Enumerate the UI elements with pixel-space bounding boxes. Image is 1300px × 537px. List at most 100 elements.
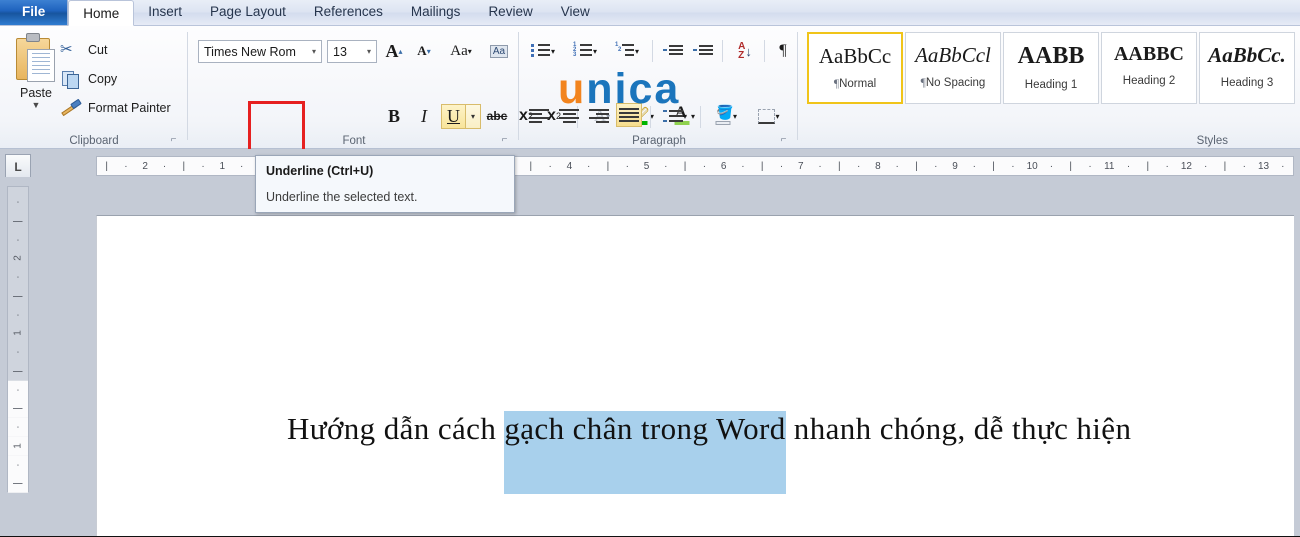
style-heading-1[interactable]: AABB Heading 1 [1003, 32, 1099, 104]
tab-file[interactable]: File [0, 0, 69, 25]
ruler-tick: | [992, 160, 995, 172]
format-painter-button[interactable]: Format Painter [60, 96, 171, 120]
vruler-tick: · [8, 455, 28, 475]
clear-formatting-label: Aa [489, 44, 509, 58]
watermark-part-2: nica [586, 65, 681, 113]
bullets-button[interactable]: ▾ [526, 39, 560, 63]
tab-references[interactable]: References [300, 0, 397, 25]
ruler-tick: · [1126, 160, 1131, 172]
align-left-icon [529, 109, 549, 123]
style-name: Heading 3 [1220, 77, 1274, 89]
ruler-tick: | [1069, 160, 1072, 172]
decrease-indent-icon [663, 44, 683, 58]
ruler-area: L |·2·|·1·|·|·1·|·2·|·3·|·4·|·5·|·6·|·7·… [0, 149, 1300, 186]
clipboard-dialog-launcher[interactable]: ⌐ [167, 133, 180, 146]
font-size-input[interactable]: 13 ▾ [327, 40, 377, 63]
tab-insert[interactable]: Insert [134, 0, 196, 25]
underline-button[interactable]: U [441, 104, 466, 129]
vruler-tick: | [12, 369, 24, 373]
underline-dropdown-button[interactable]: ▾ [466, 104, 481, 129]
chevron-down-icon[interactable]: ▼ [8, 100, 64, 110]
borders-button[interactable]: ▾ [752, 104, 786, 128]
ruler-tick: | [838, 160, 841, 172]
chevron-down-icon[interactable]: ▾ [307, 47, 321, 56]
align-left-button[interactable] [526, 104, 552, 128]
clear-formatting-button[interactable]: Aa [486, 39, 512, 63]
show-formatting-marks-button[interactable]: ¶ [770, 39, 796, 63]
style-name: Heading 2 [1122, 75, 1176, 87]
document-area: · | · 2 · | · 1 · | · | · 1 · | Hướng dẫn cách gạch châ… [0, 186, 1300, 537]
ruler-tick: | [760, 160, 764, 172]
paste-label: Paste [20, 86, 52, 100]
ruler-tick: | [105, 160, 108, 172]
document-text-line[interactable]: Hướng dẫn cách gạch chân trong Word nhan… [287, 411, 1207, 494]
vruler-tick: · [12, 275, 24, 280]
paragraph-dialog-launcher[interactable]: ⌐ [777, 133, 790, 146]
underline-tooltip: Underline (Ctrl+U) Underline the selecte… [255, 155, 515, 213]
doc-text-after: nhanh chóng, dễ thực hiện [785, 411, 1132, 446]
ruler-tick: · [625, 160, 629, 172]
cut-button[interactable]: ✂ Cut [60, 38, 107, 62]
shrink-font-button[interactable]: A ▾ [411, 39, 437, 63]
ribbon-group-font: Times New Rom ▾ 13 ▾ A ▴ A ▾ Aa ▾ Aa B I… [189, 26, 695, 149]
ruler-tick: · [895, 160, 899, 172]
ribbon-group-paragraph: ▾ 1 2 3 ▾ 1 2 ▾ A Z ↓ ¶ ▾ 🪣 ▾ ▾ unica Pa… [520, 26, 798, 149]
doc-text-selected[interactable]: gạch chân trong Word [504, 411, 786, 494]
numbering-button[interactable]: 1 2 3 ▾ [568, 39, 602, 63]
increase-indent-button[interactable] [690, 39, 716, 63]
strikethrough-button[interactable]: abc [484, 104, 510, 128]
tab-mailings[interactable]: Mailings [397, 0, 475, 25]
style-heading-3[interactable]: AaBbCc. Heading 3 [1199, 32, 1295, 104]
ruler-tick: 1 [219, 160, 226, 172]
change-case-button[interactable]: Aa ▾ [444, 39, 478, 63]
ruler-tick: 12 [1180, 160, 1192, 172]
tab-view[interactable]: View [547, 0, 604, 25]
grow-font-button[interactable]: A ▴ [381, 39, 407, 63]
increase-indent-icon [693, 44, 713, 58]
style-preview: AaBbCc [818, 44, 892, 68]
vruler-tick: · [12, 238, 24, 242]
ruler-tick: 4 [566, 160, 573, 172]
decrease-indent-button[interactable] [660, 39, 686, 63]
paint-bucket-icon: 🪣 [715, 104, 734, 120]
style-no-spacing[interactable]: AaBbCcl ¶No Spacing [905, 32, 1001, 104]
shading-button[interactable]: 🪣 ▾ [708, 104, 742, 128]
chevron-down-icon: ▾ [470, 112, 475, 121]
copy-label: Copy [88, 72, 118, 86]
tab-review[interactable]: Review [474, 0, 546, 25]
document-page[interactable]: Hướng dẫn cách gạch chân trong Word nhan… [96, 215, 1294, 537]
tab-home[interactable]: Home [68, 0, 135, 26]
ruler-tick: · [1088, 160, 1092, 172]
group-label-paragraph: Paragraph [632, 135, 686, 147]
vertical-ruler[interactable]: · | · 2 · | · 1 · | · | · 1 · | [7, 186, 29, 493]
bold-button[interactable]: B [381, 104, 407, 128]
ruler-tick: 2 [142, 160, 148, 172]
ruler-tick: | [529, 160, 533, 172]
style-heading-2[interactable]: AABBC Heading 2 [1101, 32, 1197, 104]
ribbon-group-clipboard: Paste ▼ ✂ Cut Copy Format Painter Clipbo… [0, 26, 188, 149]
paste-button[interactable]: Paste ▼ [8, 32, 64, 132]
chevron-down-icon[interactable]: ▾ [362, 47, 376, 56]
pilcrow-icon: ¶ [779, 42, 787, 59]
style-normal[interactable]: AaBbCc ¶Normal [807, 32, 903, 104]
ruler-tick: 6 [720, 160, 727, 172]
font-dialog-launcher[interactable]: ⌐ [498, 133, 511, 146]
paintbrush-icon [60, 98, 82, 118]
font-name-value: Times New Rom [204, 44, 296, 59]
ruler-tick: | [182, 160, 186, 172]
tab-stop-selector[interactable]: L [5, 154, 31, 179]
ruler-tick: 9 [952, 160, 958, 172]
copy-button[interactable]: Copy [60, 67, 117, 91]
ruler-tick: 13 [1257, 160, 1270, 172]
font-name-input[interactable]: Times New Rom ▾ [198, 40, 322, 63]
multilevel-list-button[interactable]: 1 2 ▾ [610, 39, 644, 63]
scissors-icon: ✂ [60, 41, 73, 58]
sort-button[interactable]: A Z ↓ [728, 39, 762, 63]
italic-button[interactable]: I [411, 104, 437, 128]
style-name: ¶No Spacing [920, 77, 986, 89]
format-painter-label: Format Painter [88, 101, 171, 115]
ruler-tick: · [1165, 160, 1169, 172]
ribbon: Paste ▼ ✂ Cut Copy Format Painter Clipbo… [0, 26, 1300, 154]
paste-icon [14, 33, 58, 84]
tab-page-layout[interactable]: Page Layout [196, 0, 300, 25]
